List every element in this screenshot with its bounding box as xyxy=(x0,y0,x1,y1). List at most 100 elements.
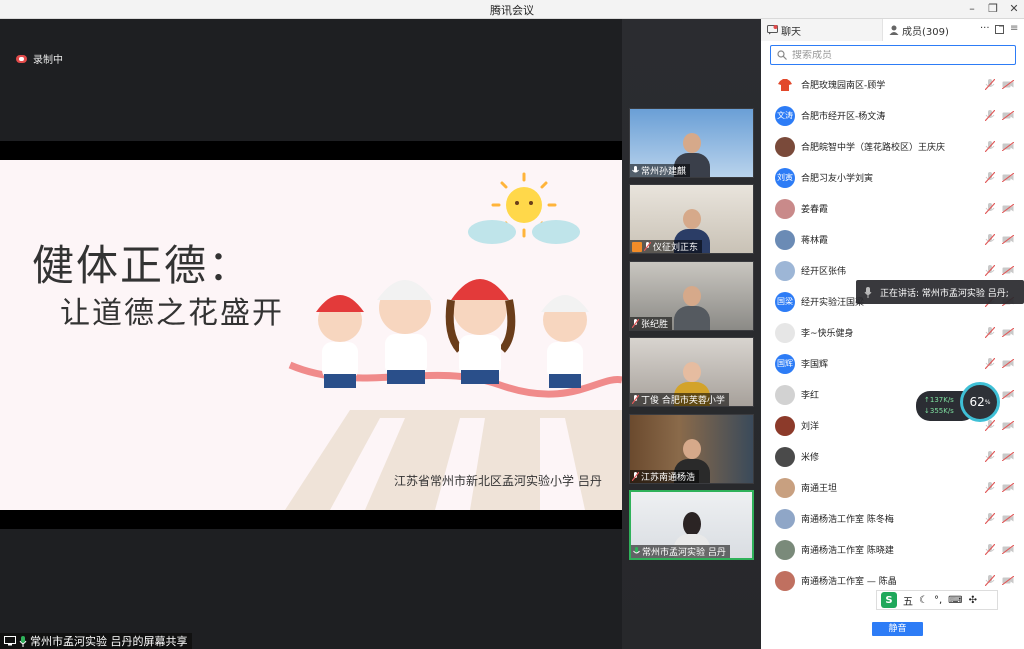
avatar-initials: 刘寅 xyxy=(777,173,793,182)
microphone-muted-icon[interactable] xyxy=(985,79,995,90)
member-row[interactable]: 国辉 李国辉 xyxy=(761,348,1024,379)
microphone-icon xyxy=(633,547,640,554)
member-row[interactable]: 李~快乐健身 xyxy=(761,317,1024,348)
search-input[interactable] xyxy=(792,49,1015,61)
camera-off-icon[interactable] xyxy=(1002,328,1014,337)
member-row[interactable]: 南通杨浩工作室 陈冬梅 xyxy=(761,503,1024,534)
cpu-unit: % xyxy=(984,398,991,406)
camera-off-icon[interactable] xyxy=(1002,545,1014,554)
microphone-muted-icon[interactable] xyxy=(985,513,995,524)
video-tile[interactable]: 江苏南通杨浩 xyxy=(629,414,754,484)
member-name: 经开区张伟 xyxy=(801,267,847,277)
camera-off-icon[interactable] xyxy=(1002,80,1014,89)
member-row[interactable]: 合肥玫瑰园南区-顾学 xyxy=(761,69,1024,100)
camera-off-icon[interactable] xyxy=(1002,452,1014,461)
minimize-button[interactable]: – xyxy=(964,1,980,17)
punctuation-icon[interactable]: °, xyxy=(934,595,942,606)
camera-off-icon[interactable] xyxy=(1002,235,1014,244)
panel-tabs: 聊天 成员(309) ··· ≡ xyxy=(761,19,1024,41)
ime-toolbar[interactable]: S 五 ☾ °, ⌨ ✣ xyxy=(876,590,998,610)
camera-off-icon[interactable] xyxy=(1002,173,1014,182)
tab-chat[interactable]: 聊天 xyxy=(761,19,883,41)
participant-name: 常州孙建麒 xyxy=(641,167,687,177)
camera-off-icon[interactable] xyxy=(1002,390,1014,399)
member-search[interactable] xyxy=(770,45,1016,65)
microphone-muted-icon[interactable] xyxy=(985,358,995,369)
microphone-muted-icon xyxy=(644,242,651,251)
camera-off-icon[interactable] xyxy=(1002,266,1014,275)
presentation-slide: 健体正德： 让道德之花盛开 江苏省常州市新北区孟河实验小学 吕丹 xyxy=(0,160,622,510)
member-row[interactable]: 刘寅 合肥习友小学刘寅 xyxy=(761,162,1024,193)
slide-caption: 江苏省常州市新北区孟河实验小学 吕丹 xyxy=(394,474,602,488)
member-row[interactable]: 蒋林霞 xyxy=(761,224,1024,255)
camera-off-icon[interactable] xyxy=(1002,483,1014,492)
chat-icon xyxy=(767,25,778,35)
ime-logo[interactable]: S xyxy=(881,592,897,608)
moon-icon[interactable]: ☾ xyxy=(919,595,928,606)
more-options-button[interactable]: ··· xyxy=(980,23,990,34)
microphone-muted-icon[interactable] xyxy=(985,482,995,493)
microphone-muted-icon[interactable] xyxy=(985,575,995,586)
member-name: 合肥玫瑰园南区-顾学 xyxy=(801,81,886,91)
camera-off-icon[interactable] xyxy=(1002,576,1014,585)
network-monitor[interactable]: ↑137K/s ↓355K/s 62% xyxy=(916,382,1000,422)
camera-off-icon[interactable] xyxy=(1002,514,1014,523)
panel-menu-icon[interactable]: ≡ xyxy=(1010,23,1018,34)
video-tile[interactable]: 张纪胜 xyxy=(629,261,754,331)
side-panel: 聊天 成员(309) ··· ≡ 合肥玫瑰园南区-顾学文涛合肥市经开区-杨文涛合… xyxy=(761,19,1024,649)
member-name: 经开实验汪国梁 xyxy=(801,298,865,308)
ime-mode[interactable]: 五 xyxy=(903,593,913,608)
microphone-icon xyxy=(632,166,639,173)
speaking-label: 正在讲话: 常州市孟河实验 吕丹; xyxy=(880,288,1009,299)
microphone-muted-icon[interactable] xyxy=(985,544,995,555)
avatar-initials: 国辉 xyxy=(777,359,793,368)
member-name: 南通杨浩工作室 陈晓建 xyxy=(801,546,894,556)
member-row[interactable]: 南通王坦 xyxy=(761,472,1024,503)
member-row[interactable]: 米修 xyxy=(761,441,1024,472)
grid-icon[interactable]: ✣ xyxy=(969,595,977,606)
member-name: 米修 xyxy=(801,453,820,463)
avatar xyxy=(775,136,795,157)
camera-off-icon[interactable] xyxy=(1002,359,1014,368)
screen-share-icon xyxy=(4,636,16,646)
member-row[interactable]: 合肥皖智中学（莲花路校区）王庆庆 xyxy=(761,131,1024,162)
camera-off-icon[interactable] xyxy=(1002,204,1014,213)
microphone-muted-icon[interactable] xyxy=(985,141,995,152)
avatar xyxy=(775,260,795,281)
camera-off-icon[interactable] xyxy=(1002,142,1014,151)
member-name: 李红 xyxy=(801,391,820,401)
microphone-muted-icon[interactable] xyxy=(985,327,995,338)
keyboard-icon[interactable]: ⌨ xyxy=(948,595,962,606)
microphone-muted-icon[interactable] xyxy=(985,265,995,276)
member-row[interactable]: 文涛 合肥市经开区-杨文涛 xyxy=(761,100,1024,131)
member-row[interactable]: 南通杨浩工作室 陈晓建 xyxy=(761,534,1024,565)
participant-name: 仪征刘正东 xyxy=(653,243,699,253)
close-button[interactable]: ✕ xyxy=(1006,1,1022,17)
recording-indicator[interactable]: 录制中 xyxy=(16,51,63,66)
member-list: 合肥玫瑰园南区-顾学 文涛 合肥市经开区-杨文涛 合肥皖智中学（莲花路校区）王庆庆 刘寅… xyxy=(761,69,1024,617)
avatar xyxy=(775,477,795,498)
microphone-muted-icon xyxy=(632,319,639,328)
microphone-muted-icon[interactable] xyxy=(985,203,995,214)
member-name: 合肥市经开区-杨文涛 xyxy=(801,112,886,122)
screen-share-bar[interactable]: 常州市孟河实验 吕丹的屏幕共享 xyxy=(0,633,192,649)
kid-2 xyxy=(377,280,433,384)
member-row[interactable]: 姜春霞 xyxy=(761,193,1024,224)
camera-off-icon[interactable] xyxy=(1002,111,1014,120)
video-tile[interactable]: 常州孙建麒 xyxy=(629,108,754,178)
microphone-muted-icon[interactable] xyxy=(985,172,995,183)
kid-1 xyxy=(316,295,364,388)
restore-button[interactable]: ❐ xyxy=(985,1,1001,17)
camera-off-icon[interactable] xyxy=(1002,421,1014,430)
mute-all-button[interactable]: 静音 xyxy=(872,622,923,636)
microphone-muted-icon[interactable] xyxy=(985,110,995,121)
video-tile[interactable]: 丁俊 合肥市芙蓉小学 xyxy=(629,337,754,407)
video-tile[interactable]: 仪征刘正东 xyxy=(629,184,754,254)
microphone-muted-icon[interactable] xyxy=(985,451,995,462)
pop-out-icon[interactable] xyxy=(995,25,1004,34)
tab-members[interactable]: 成员(309) ··· xyxy=(883,19,1024,41)
cloud-record-icon xyxy=(16,54,27,63)
search-icon xyxy=(777,50,787,60)
microphone-muted-icon[interactable] xyxy=(985,234,995,245)
video-tile-active-speaker[interactable]: 常州市孟河实验 吕丹 xyxy=(629,490,754,560)
